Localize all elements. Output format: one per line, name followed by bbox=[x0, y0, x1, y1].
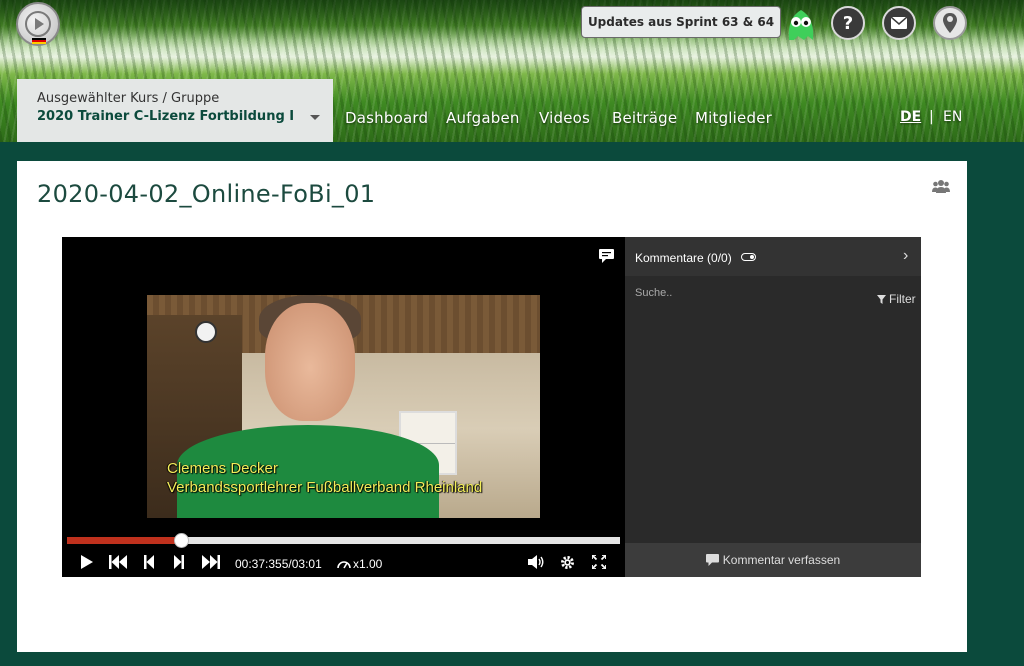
lang-de-link[interactable]: DE bbox=[900, 109, 921, 125]
video-scene-ball bbox=[195, 321, 217, 343]
help-icon[interactable]: ? bbox=[831, 6, 865, 40]
filter-icon bbox=[877, 294, 886, 304]
group-icon[interactable] bbox=[932, 179, 950, 193]
comments-panel: Kommentare (0/0) › Filter Kommentar verf… bbox=[625, 237, 921, 577]
step-back-icon[interactable] bbox=[144, 555, 154, 569]
mail-icon[interactable] bbox=[882, 6, 916, 40]
page-title: 2020-04-02_Online-FoBi_01 bbox=[37, 180, 376, 208]
comment-icon bbox=[705, 554, 719, 566]
lang-en-link[interactable]: EN bbox=[943, 109, 962, 125]
comments-visibility-toggle[interactable] bbox=[741, 253, 756, 261]
course-selector[interactable]: Ausgewählter Kurs / Gruppe 2020 Trainer … bbox=[17, 79, 333, 142]
filter-label: Filter bbox=[889, 292, 916, 306]
nav-item-dashboard[interactable]: Dashboard bbox=[345, 109, 428, 127]
lang-separator: | bbox=[929, 109, 934, 125]
nav-item-aufgaben[interactable]: Aufgaben bbox=[446, 109, 520, 127]
play-icon[interactable] bbox=[81, 555, 93, 569]
content-card: 2020-04-02_Online-FoBi_01 Clemens Decker… bbox=[17, 161, 967, 652]
settings-gear-icon[interactable] bbox=[560, 555, 575, 570]
help-icon-glyph: ? bbox=[842, 12, 854, 34]
speed-value: x1.00 bbox=[353, 557, 383, 571]
comments-title: Kommentare (0/0) bbox=[635, 251, 732, 265]
skip-back-icon[interactable] bbox=[109, 555, 127, 569]
volume-icon[interactable] bbox=[528, 555, 545, 569]
chevron-right-icon[interactable]: › bbox=[903, 247, 908, 265]
comments-header: Kommentare (0/0) › bbox=[625, 237, 921, 276]
video-subtitle-line2: Verbandssportlehrer Fußballverband Rhein… bbox=[167, 479, 483, 496]
course-name: 2020 Trainer C-Lizenz Fortbildung I bbox=[37, 109, 295, 124]
nav-item-beitraege[interactable]: Beiträge bbox=[612, 109, 677, 127]
comments-search-input[interactable] bbox=[635, 287, 835, 299]
updates-button[interactable]: Updates aus Sprint 63 & 64 bbox=[581, 6, 781, 38]
compose-comment-button[interactable]: Kommentar verfassen bbox=[625, 543, 921, 577]
progress-bar[interactable] bbox=[67, 533, 620, 548]
course-label: Ausgewählter Kurs / Gruppe bbox=[37, 91, 220, 106]
nav-item-mitglieder[interactable]: Mitglieder bbox=[695, 109, 772, 127]
video-player[interactable]: Clemens Decker Verbandssportlehrer Fußba… bbox=[62, 237, 625, 577]
progress-handle[interactable] bbox=[174, 533, 190, 548]
video-frame[interactable]: Clemens Decker Verbandssportlehrer Fußba… bbox=[147, 295, 540, 518]
video-subtitle-line1: Clemens Decker bbox=[167, 460, 278, 477]
compose-comment-label: Kommentar verfassen bbox=[722, 553, 841, 567]
speedometer-icon bbox=[337, 561, 351, 569]
mascot-icon[interactable] bbox=[784, 4, 818, 42]
skip-forward-icon[interactable] bbox=[202, 555, 220, 569]
comment-bubble-icon[interactable] bbox=[599, 249, 616, 264]
profile-pin-icon[interactable] bbox=[933, 6, 967, 40]
step-forward-icon[interactable] bbox=[174, 555, 184, 569]
fullscreen-icon[interactable] bbox=[592, 555, 606, 569]
time-display: 00:37:355/03:01 bbox=[235, 557, 322, 571]
chevron-down-icon bbox=[310, 115, 320, 120]
flag-icon bbox=[32, 38, 46, 44]
comments-filter-button[interactable]: Filter bbox=[877, 292, 916, 306]
nav-item-videos[interactable]: Videos bbox=[539, 109, 590, 127]
video-scene-person-head bbox=[265, 303, 355, 421]
playback-speed[interactable]: x1.00 bbox=[337, 557, 382, 571]
progress-fill bbox=[67, 537, 182, 544]
